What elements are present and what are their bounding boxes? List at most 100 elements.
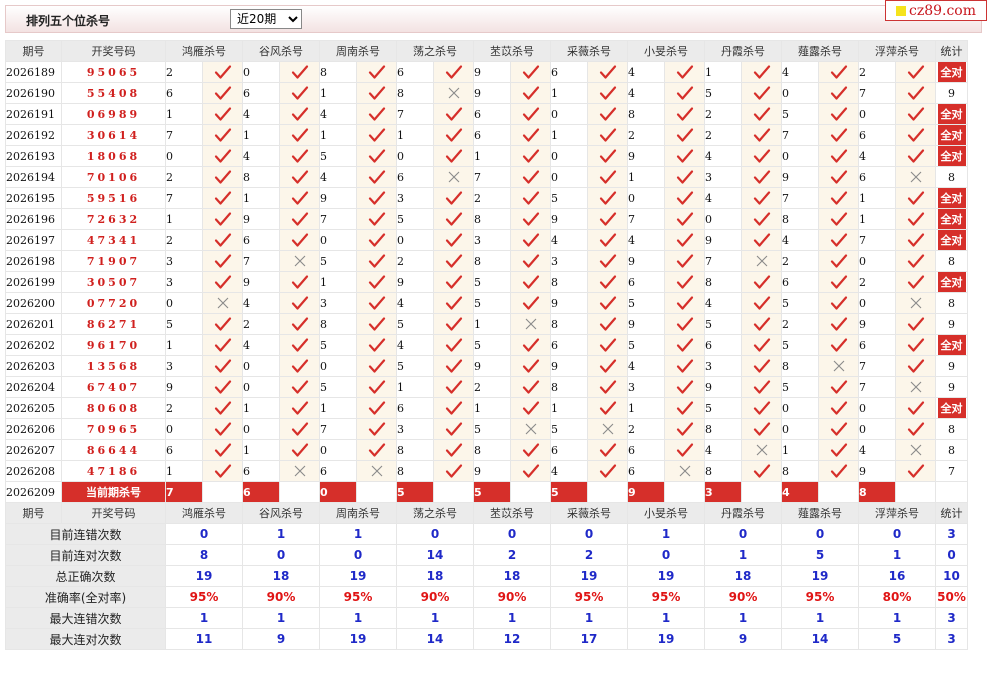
check-icon <box>676 212 693 226</box>
check-icon <box>753 296 770 310</box>
check-icon <box>676 65 693 79</box>
kill-number: 9 <box>473 355 511 377</box>
result-mark <box>664 460 705 482</box>
result-mark <box>279 397 320 419</box>
stat-value: 1 <box>550 607 628 629</box>
kill-number: 5 <box>550 187 588 209</box>
result-mark <box>433 229 474 251</box>
result-mark <box>895 292 936 314</box>
result-mark <box>433 61 474 83</box>
stat-header: 统计 <box>935 40 968 62</box>
stat-value: 95% <box>627 586 705 608</box>
stat-cell: 全对 <box>935 397 968 419</box>
result-mark <box>664 61 705 83</box>
kill-number: 1 <box>319 397 357 419</box>
kill-number: 2 <box>165 397 203 419</box>
kill-number: 1 <box>627 166 665 188</box>
kill-number: 5 <box>627 334 665 356</box>
expert-header: 小旻杀号 <box>627 502 705 524</box>
result-mark <box>587 103 628 125</box>
kill-number: 7 <box>858 376 896 398</box>
result-mark <box>818 145 859 167</box>
check-icon <box>368 128 385 142</box>
check-icon <box>830 107 847 121</box>
stat-cell: 8 <box>935 250 968 272</box>
site-logo[interactable]: cz89.com <box>885 0 987 21</box>
check-icon <box>291 65 308 79</box>
winning-number: 30507 <box>61 271 166 293</box>
all-correct-badge: 全对 <box>937 62 966 82</box>
winning-number: 13568 <box>61 355 166 377</box>
result-mark <box>741 187 782 209</box>
result-mark <box>818 208 859 230</box>
result-mark <box>433 292 474 314</box>
result-mark <box>818 418 859 440</box>
result-mark <box>202 61 243 83</box>
kill-number: 7 <box>473 166 511 188</box>
check-icon <box>522 275 539 289</box>
check-icon <box>522 212 539 226</box>
result-mark <box>510 397 551 419</box>
kill-number: 9 <box>396 271 434 293</box>
kill-number: 6 <box>858 124 896 146</box>
kill-number: 6 <box>550 334 588 356</box>
result-mark <box>741 166 782 188</box>
winning-number: 70106 <box>61 166 166 188</box>
result-mark <box>741 397 782 419</box>
check-icon <box>676 128 693 142</box>
result-mark <box>818 229 859 251</box>
check-icon <box>214 191 231 205</box>
result-mark <box>356 355 397 377</box>
kill-number: 0 <box>319 439 357 461</box>
issue-number: 2026206 <box>5 418 62 440</box>
kill-number: 6 <box>473 103 511 125</box>
result-mark <box>279 418 320 440</box>
all-correct-badge: 全对 <box>937 335 966 355</box>
check-icon <box>368 359 385 373</box>
expert-header: 薤露杀号 <box>781 502 859 524</box>
stat-label: 目前连对次数 <box>5 544 166 566</box>
check-icon <box>907 128 924 142</box>
stat-value: 1 <box>627 523 705 545</box>
check-icon <box>522 296 539 310</box>
period-select[interactable]: 近20期 <box>230 9 302 29</box>
check-icon <box>214 149 231 163</box>
kill-number: 4 <box>319 103 357 125</box>
result-mark <box>279 376 320 398</box>
result-mark <box>741 271 782 293</box>
check-icon <box>291 275 308 289</box>
result-mark <box>279 82 320 104</box>
stat-value: 12 <box>473 628 551 650</box>
check-icon <box>522 191 539 205</box>
check-icon <box>676 422 693 436</box>
result-mark <box>510 271 551 293</box>
expert-header: 荡之杀号 <box>396 502 474 524</box>
result-mark <box>279 292 320 314</box>
check-icon <box>753 317 770 331</box>
cross-icon <box>679 465 690 477</box>
stat-value: 1 <box>242 607 320 629</box>
result-mark <box>741 334 782 356</box>
winning-number: 55408 <box>61 82 166 104</box>
kill-number: 9 <box>473 460 511 482</box>
stat-value: 17 <box>550 628 628 650</box>
kill-number: 7 <box>858 229 896 251</box>
kill-number: 6 <box>165 82 203 104</box>
kill-number: 3 <box>704 166 742 188</box>
draw-row: 2026190 55408 6 6 1 8 9 1 4 5 0 7 9 <box>5 82 968 104</box>
all-correct-badge: 全对 <box>937 272 966 292</box>
kill-number: 1 <box>242 124 280 146</box>
kill-number: 5 <box>550 418 588 440</box>
result-mark <box>895 229 936 251</box>
check-icon <box>291 170 308 184</box>
check-icon <box>291 338 308 352</box>
current-kill-number: 5 <box>396 481 434 503</box>
result-mark <box>279 166 320 188</box>
check-icon <box>522 149 539 163</box>
kill-number: 5 <box>781 376 819 398</box>
result-mark <box>433 460 474 482</box>
check-icon <box>522 359 539 373</box>
result-mark <box>356 208 397 230</box>
result-mark <box>818 334 859 356</box>
kill-number: 7 <box>165 187 203 209</box>
